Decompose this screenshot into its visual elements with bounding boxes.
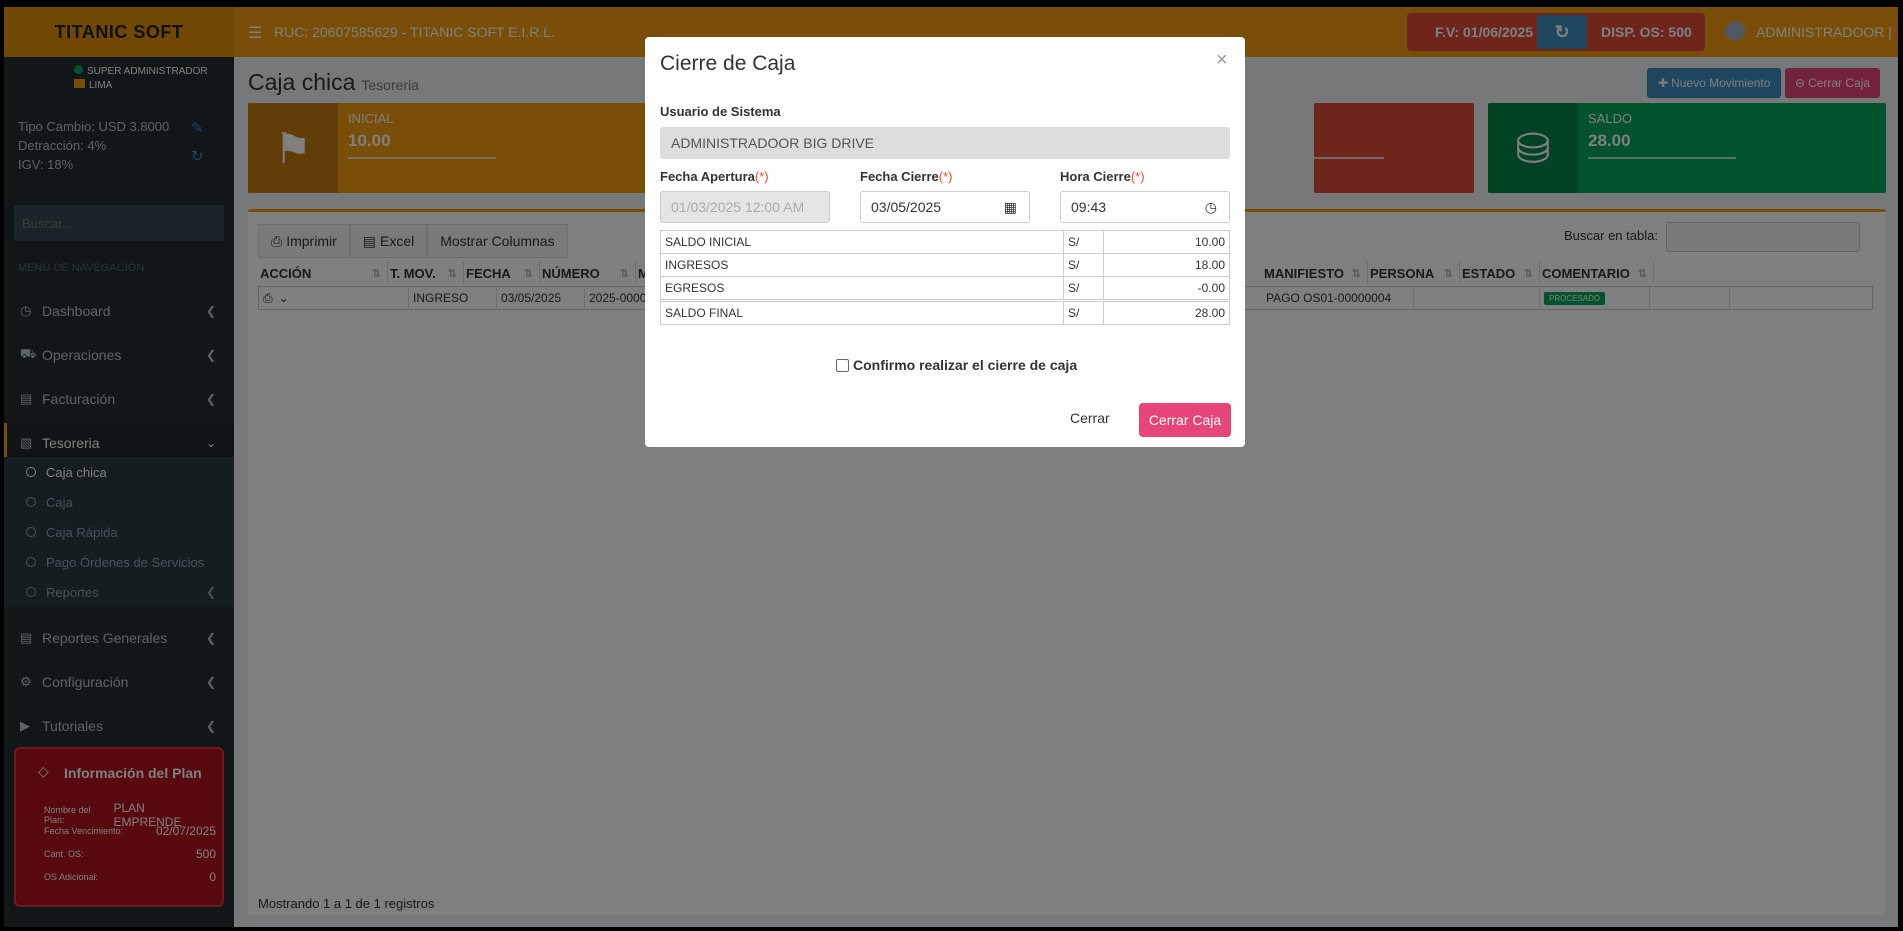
apertura-label: Fecha Apertura(*) <box>660 169 769 184</box>
summary-row: EGRESOS S/-0.00 <box>660 276 1230 300</box>
apertura-field: 01/03/2025 12:00 AM <box>660 191 830 223</box>
summary-row: SALDO INICIAL S/10.00 <box>660 230 1230 254</box>
hora-value: 09:43 <box>1071 199 1107 215</box>
summary-table: SALDO INICIAL S/10.00 INGRESOS S/18.00 EGR… <box>660 230 1230 325</box>
usuario-field: ADMINISTRADOOR BIG DRIVE <box>660 127 1230 159</box>
cierre-label-text: Fecha Cierre <box>860 169 939 184</box>
summary-value: 18.00 <box>1103 253 1230 277</box>
calendar-icon[interactable]: ▦ <box>1004 199 1017 216</box>
apertura-label-text: Fecha Apertura <box>660 169 755 184</box>
summary-label: INGRESOS <box>660 253 1064 277</box>
summary-value: -0.00 <box>1103 276 1230 300</box>
summary-label: SALDO INICIAL <box>660 230 1064 254</box>
cierre-date-field[interactable]: 03/05/2025 ▦ <box>860 191 1030 223</box>
modal-close-button[interactable]: Cerrar <box>1070 410 1110 426</box>
cierre-label: Fecha Cierre(*) <box>860 169 952 184</box>
confirm-checkbox[interactable] <box>836 358 849 372</box>
final-value: 28.00 <box>1103 301 1230 325</box>
final-label: SALDO FINAL <box>660 301 1064 325</box>
summary-row: INGRESOS S/18.00 <box>660 253 1230 277</box>
hora-label-text: Hora Cierre <box>1060 169 1131 184</box>
clock-icon[interactable]: ◷ <box>1205 199 1217 216</box>
cierre-caja-modal: Cierre de Caja × Usuario de Sistema ADMI… <box>645 37 1245 447</box>
summary-label: EGRESOS <box>660 276 1064 300</box>
close-icon[interactable]: × <box>1216 49 1228 72</box>
usuario-label: Usuario de Sistema <box>660 104 781 119</box>
required-mark: (*) <box>1130 169 1145 184</box>
required-mark: (*) <box>938 169 953 184</box>
summary-currency: S/ <box>1063 253 1104 277</box>
summary-value: 10.00 <box>1103 230 1230 254</box>
confirm-label[interactable]: Confirmo realizar el cierre de caja <box>853 357 1077 373</box>
hora-label: Hora Cierre(*) <box>1060 169 1145 184</box>
required-mark: (*) <box>754 169 769 184</box>
hora-field[interactable]: 09:43 ◷ <box>1060 191 1230 223</box>
cierre-date-value: 03/05/2025 <box>871 199 942 215</box>
modal-title: Cierre de Caja <box>660 52 796 75</box>
final-currency: S/ <box>1063 301 1104 325</box>
modal-submit-button[interactable]: Cerrar Caja <box>1139 403 1231 437</box>
summary-currency: S/ <box>1063 276 1104 300</box>
summary-final-row: SALDO FINAL S/28.00 <box>660 301 1230 325</box>
summary-currency: S/ <box>1063 230 1104 254</box>
confirm-row[interactable]: Confirmo realizar el cierre de caja <box>836 357 1077 373</box>
